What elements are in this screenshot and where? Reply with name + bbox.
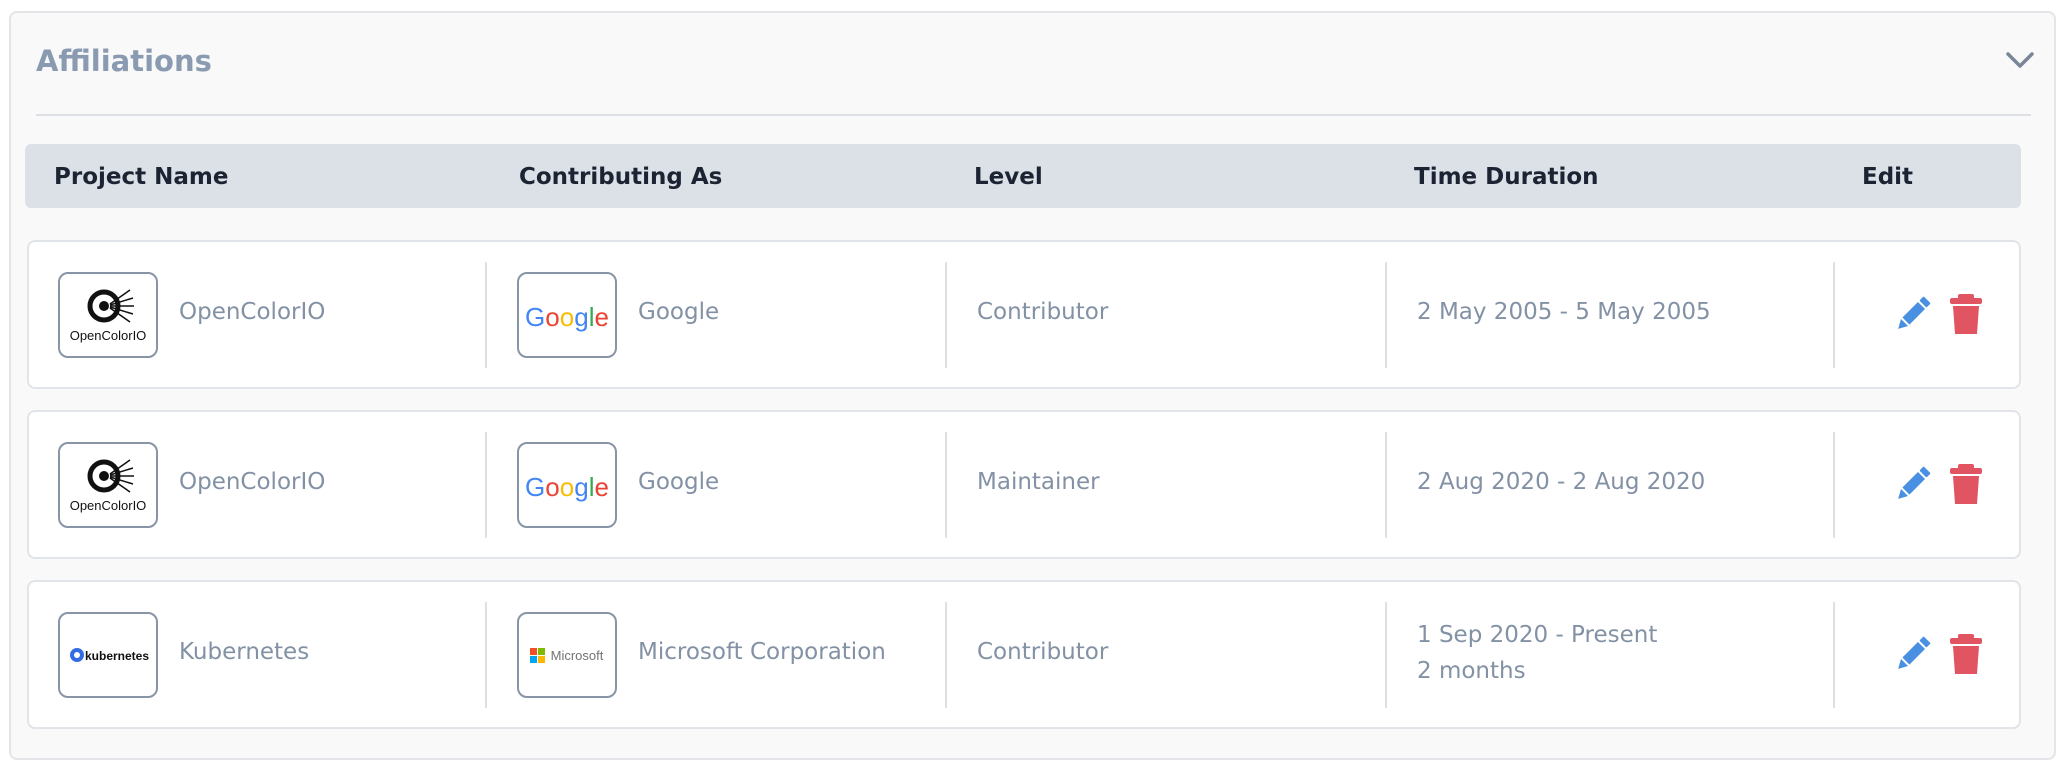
- opencolorio-logo: OpenColorIO: [58, 442, 158, 528]
- column-header-project-name: Project Name: [54, 164, 229, 190]
- chevron-down-icon[interactable]: [2004, 49, 2036, 71]
- panel-header[interactable]: Affiliations: [11, 13, 2054, 115]
- organization-name: Google: [638, 299, 720, 325]
- level: Contributor: [977, 639, 1109, 665]
- time-duration: 1 Sep 2020 - Present: [1417, 622, 1658, 648]
- column-divider: [945, 262, 947, 368]
- time-duration: 2 May 2005 - 5 May 2005: [1417, 299, 1711, 325]
- delete-icon[interactable]: [1946, 462, 1986, 506]
- column-divider: [1833, 432, 1835, 538]
- table-row: OpenColorIO OpenColorIO Google Google Co…: [27, 240, 2021, 389]
- table-row: OpenColorIO OpenColorIO Google Google Ma…: [27, 410, 2021, 559]
- level: Contributor: [977, 299, 1109, 325]
- column-divider: [1385, 602, 1387, 708]
- google-logo: Google: [517, 442, 617, 528]
- column-divider: [485, 262, 487, 368]
- time-duration: 2 Aug 2020 - 2 Aug 2020: [1417, 469, 1706, 495]
- organization-name: Microsoft Corporation: [638, 639, 886, 665]
- column-divider: [485, 432, 487, 538]
- organization-name: Google: [638, 469, 720, 495]
- google-logo-text: Google: [525, 472, 609, 502]
- google-logo-text: Google: [525, 302, 609, 332]
- divider: [36, 114, 2031, 116]
- project-name: Kubernetes: [179, 639, 310, 665]
- opencolorio-logo: OpenColorIO: [58, 272, 158, 358]
- opencolorio-logo-text: OpenColorIO: [70, 328, 147, 343]
- project-name: OpenColorIO: [179, 299, 326, 325]
- column-divider: [485, 602, 487, 708]
- kubernetes-logo-text: kubernetes: [85, 649, 149, 663]
- opencolorio-logo-text: OpenColorIO: [70, 498, 147, 513]
- table-row: kubernetes Kubernetes Microsoft Microsof…: [27, 580, 2021, 729]
- column-divider: [1833, 262, 1835, 368]
- kubernetes-logo: kubernetes: [58, 612, 158, 698]
- microsoft-logo-text: Microsoft: [551, 648, 604, 663]
- column-header-time-duration: Time Duration: [1414, 164, 1599, 190]
- column-divider: [1833, 602, 1835, 708]
- level: Maintainer: [977, 469, 1100, 495]
- column-header-contributing-as: Contributing As: [519, 164, 723, 190]
- table-header: Project Name Contributing As Level Time …: [25, 144, 2021, 208]
- column-header-level: Level: [974, 164, 1043, 190]
- column-divider: [945, 432, 947, 538]
- delete-icon[interactable]: [1946, 292, 1986, 336]
- delete-icon[interactable]: [1946, 632, 1986, 676]
- edit-icon[interactable]: [1893, 632, 1933, 676]
- column-header-edit: Edit: [1862, 164, 1914, 190]
- microsoft-logo: Microsoft: [517, 612, 617, 698]
- panel-title: Affiliations: [36, 44, 212, 78]
- column-divider: [1385, 432, 1387, 538]
- google-logo: Google: [517, 272, 617, 358]
- time-duration-length: 2 months: [1417, 658, 1526, 684]
- project-name: OpenColorIO: [179, 469, 326, 495]
- column-divider: [1385, 262, 1387, 368]
- column-divider: [945, 602, 947, 708]
- edit-icon[interactable]: [1893, 462, 1933, 506]
- edit-icon[interactable]: [1893, 292, 1933, 336]
